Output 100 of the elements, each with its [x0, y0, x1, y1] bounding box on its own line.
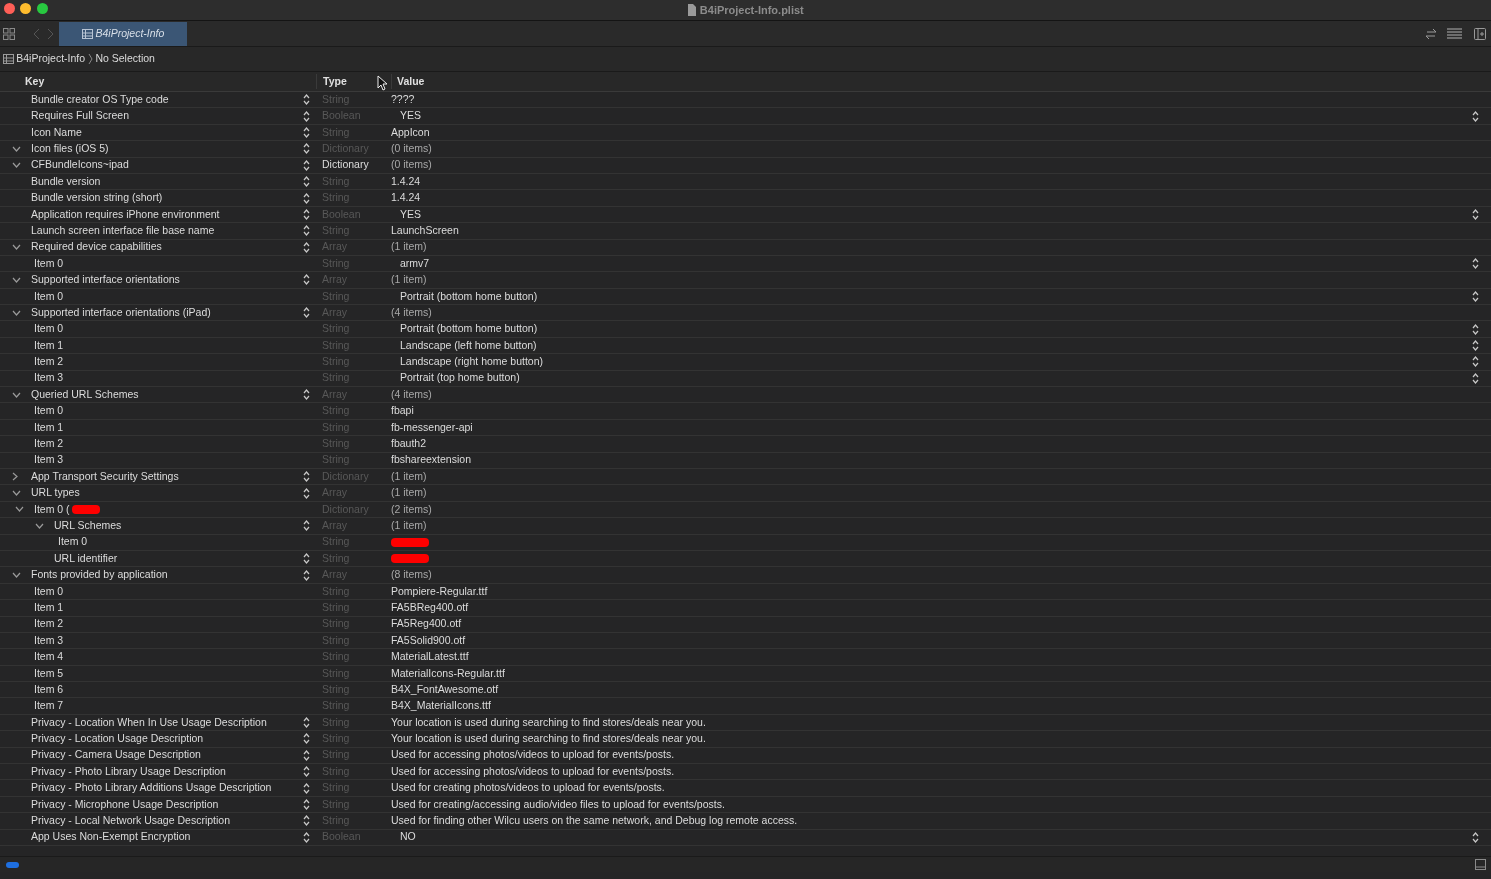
value-text: fb-messenger-api [391, 419, 473, 435]
item-count: (2 items) [391, 501, 432, 517]
value-text[interactable]: YES [400, 108, 421, 124]
popup-arrows-icon[interactable] [1472, 323, 1479, 335]
stepper-icon[interactable] [303, 831, 310, 843]
swap-arrows-icon[interactable] [1424, 27, 1437, 40]
chevron-down-icon[interactable] [35, 522, 44, 529]
key-text: Item 1 [34, 419, 64, 435]
value-text[interactable]: armv7 [400, 255, 430, 272]
panel-icon[interactable] [1474, 859, 1486, 870]
chevron-down-icon[interactable] [12, 145, 21, 152]
chevron-down-icon[interactable] [12, 244, 21, 251]
key-text: Item 0 [34, 403, 64, 419]
key-text: Item 2 [34, 354, 64, 370]
stepper-icon[interactable] [303, 520, 310, 532]
popup-arrows-icon[interactable] [1472, 258, 1479, 270]
key-text: Item 2 [34, 616, 64, 632]
panel-add-icon[interactable] [1473, 27, 1486, 40]
key-text: Item 3 [34, 452, 64, 468]
stepper-icon[interactable] [303, 487, 310, 499]
value-text: Used for accessing photos/videos to upload for events/posts. [391, 747, 675, 763]
stepper-icon[interactable] [303, 733, 310, 745]
stepper-icon[interactable] [303, 143, 310, 155]
chevron-right-icon[interactable] [12, 472, 18, 482]
value-text[interactable]: NO [400, 829, 416, 846]
stepper-icon[interactable] [303, 176, 310, 188]
chevron-down-icon[interactable] [12, 572, 21, 578]
breadcrumb-separator-icon [87, 53, 93, 65]
key-text: Item 5 [34, 665, 64, 681]
value-text[interactable]: Portrait (bottom home button) [400, 288, 538, 305]
value-text[interactable]: Landscape (right home button) [400, 354, 543, 370]
zoom-button[interactable] [36, 3, 48, 14]
stepper-icon[interactable] [303, 389, 310, 401]
stepper-icon[interactable] [303, 208, 310, 220]
lines-icon[interactable] [1447, 27, 1464, 40]
popup-arrows-icon[interactable] [1472, 831, 1479, 843]
stepper-icon[interactable] [303, 159, 310, 171]
popup-arrows-icon[interactable] [1472, 372, 1479, 384]
popup-arrows-icon[interactable] [1472, 110, 1479, 122]
value-text: B4X_FontAwesome.otf [391, 681, 499, 697]
value-text: MaterialLatest.ttf [391, 649, 469, 665]
chevron-down-icon[interactable] [12, 490, 21, 497]
key-text: Item 1 [34, 337, 64, 353]
stepper-icon[interactable] [303, 225, 310, 237]
stepper-icon[interactable] [303, 782, 310, 794]
chevron-down-icon[interactable] [12, 162, 21, 169]
close-button[interactable] [4, 3, 15, 14]
item-count: (1 item) [391, 485, 427, 501]
stepper-icon[interactable] [303, 815, 310, 827]
stepper-icon[interactable] [303, 471, 310, 483]
key-text: Item 0 [34, 583, 64, 599]
item-count: (1 item) [391, 272, 427, 288]
stepper-icon[interactable] [303, 717, 310, 729]
key-text: Item 3 [34, 632, 64, 648]
value-text[interactable]: Portrait (bottom home button) [400, 321, 538, 338]
popup-arrows-icon[interactable] [1472, 340, 1479, 352]
item-count: (0 items) [391, 157, 432, 173]
stepper-icon[interactable] [303, 749, 310, 761]
chevron-down-icon[interactable] [12, 391, 21, 398]
value-text: LaunchScreen [391, 222, 459, 238]
minimize-button[interactable] [20, 3, 32, 14]
value-text[interactable]: Landscape (left home button) [400, 337, 537, 354]
stepper-icon[interactable] [303, 241, 310, 253]
stepper-icon[interactable] [303, 799, 310, 810]
stepper-icon[interactable] [303, 307, 310, 319]
stepper-icon[interactable] [303, 766, 310, 778]
breadcrumb-item[interactable]: B4iProject-Info [16, 51, 86, 67]
key-text: Launch screen interface file base name [31, 222, 215, 238]
stepper-icon[interactable] [303, 553, 310, 565]
stepper-icon[interactable] [303, 126, 310, 138]
key-text: Privacy - Local Network Usage Description [31, 813, 230, 828]
column-header[interactable]: Value [391, 73, 425, 90]
chevron-down-icon[interactable] [12, 309, 21, 316]
value-text: fbshareextension [391, 452, 471, 468]
key-text: Privacy - Location When In Use Usage Description [31, 714, 267, 730]
stepper-icon[interactable] [303, 569, 310, 581]
key-text: Item 4 [34, 649, 64, 665]
stepper-icon[interactable] [303, 274, 310, 286]
value-text: Used for creating photos/videos to upload for events/posts. [391, 780, 665, 796]
value-text[interactable]: Portrait (top home button) [400, 370, 520, 387]
stepper-icon[interactable] [303, 110, 310, 122]
value-text: fbapi [391, 403, 414, 419]
value-text[interactable]: YES [400, 206, 421, 223]
column-header[interactable]: Key [0, 73, 316, 90]
key-text: Icon files (iOS 5) [31, 141, 109, 156]
stepper-icon[interactable] [303, 192, 310, 204]
key-text: Application requires iPhone environment [31, 206, 220, 222]
chevron-down-icon[interactable] [12, 277, 21, 283]
key-text: Bundle version [31, 173, 101, 189]
chevron-down-icon[interactable] [15, 506, 24, 513]
popup-arrows-icon[interactable] [1472, 356, 1479, 368]
key-text: App Uses Non-Exempt Encryption [31, 829, 191, 845]
file-tab[interactable]: B4iProject-Info [59, 21, 188, 46]
breadcrumb-item[interactable]: No Selection [95, 51, 155, 67]
popup-arrows-icon[interactable] [1472, 208, 1479, 220]
stepper-icon[interactable] [303, 94, 310, 106]
popup-arrows-icon[interactable] [1472, 290, 1479, 302]
value-text: FA5BReg400.otf [391, 599, 469, 615]
key-text: Privacy - Photo Library Additions Usage Description [31, 780, 272, 796]
grid-icon[interactable] [2, 27, 15, 40]
